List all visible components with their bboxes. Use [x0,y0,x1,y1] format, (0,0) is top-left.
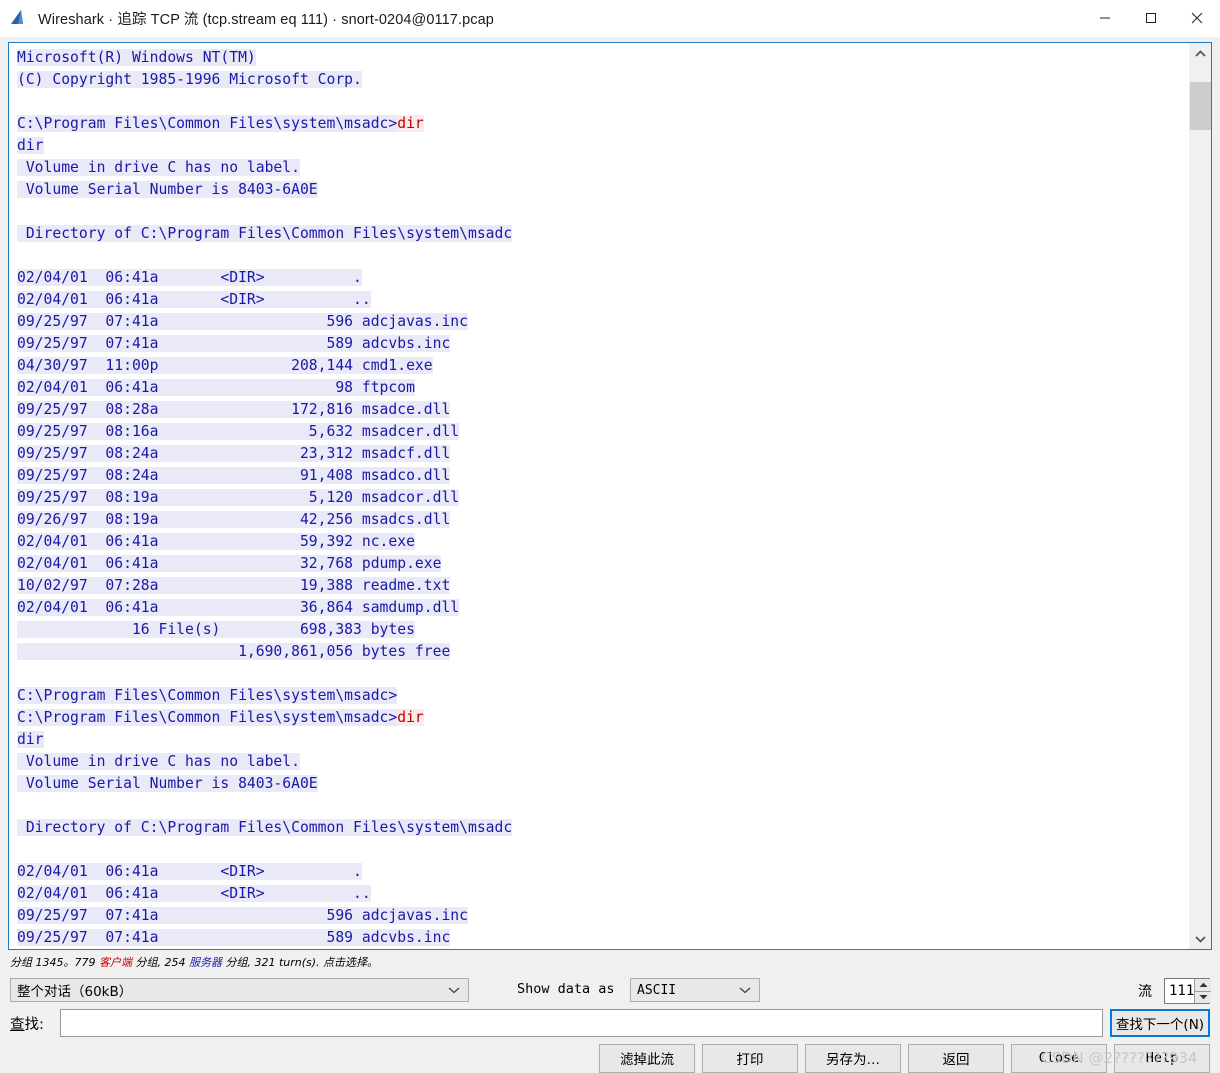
stream-line-client: dir [397,709,424,726]
back-button[interactable]: 返回 [908,1043,1004,1073]
close-button[interactable] [1174,0,1220,36]
stream-line-server: 09/25/97 07:41a 596 adcjavas.inc [17,313,468,330]
vertical-scrollbar[interactable] [1189,43,1211,949]
stream-line-server: 16 File(s) 698,383 bytes [17,621,415,638]
find-next-button[interactable]: 查找下一个(N) [1110,1009,1210,1037]
stream-line-server: C:\Program Files\Common Files\system\msa… [17,709,398,726]
status-server-word: 服务器 [188,956,222,969]
stream-number-stepper[interactable]: 111 [1164,978,1212,1004]
stream-line-server: 10/02/97 07:28a 19,388 readme.txt [17,577,451,594]
scrollbar-thumb[interactable] [1190,82,1211,130]
show-data-as-value: ASCII [637,982,677,998]
stream-line-server: 09/25/97 08:16a 5,632 msadcer.dll [17,423,460,440]
stepper-buttons [1194,979,1212,1003]
help-button[interactable]: Help [1114,1043,1210,1073]
stream-line-server: 09/25/97 08:24a 23,312 msadcf.dll [17,445,451,462]
stream-line-server: 02/04/01 06:41a 32,768 pdump.exe [17,555,442,572]
find-label-mnemonic: 查 [10,1017,25,1033]
find-row: 查找: 查找下一个(N) [10,1009,1210,1037]
packet-status-line: 分组 1345。779 客户端 分组, 254 服务器 分组, 321 turn… [10,954,378,970]
stream-line-server: Directory of C:\Program Files\Common Fil… [17,225,513,242]
status-middle: 分组, 254 [131,956,189,969]
stream-line-server: 09/25/97 07:41a 589 adcvbs.inc [17,929,451,946]
stream-line-server: Volume Serial Number is 8403-6A0E [17,181,318,198]
stream-line-server: Volume Serial Number is 8403-6A0E [17,775,318,792]
stream-line-server: (C) Copyright 1985-1996 Microsoft Corp. [17,71,362,88]
stream-number-value[interactable]: 111 [1165,979,1194,1003]
status-prefix: 分组 1345。779 [10,956,99,969]
filter-out-this-stream-button[interactable]: 滤掉此流 [599,1043,695,1073]
stream-line-server: Microsoft(R) Windows NT(TM) [17,49,256,66]
scroll-down-icon[interactable] [1190,928,1211,949]
stream-text-area[interactable]: Microsoft(R) Windows NT(TM) (C) Copyrigh… [9,43,1189,949]
stream-line-server: C:\Program Files\Common Files\system\msa… [17,687,398,704]
stream-content-panel: Microsoft(R) Windows NT(TM) (C) Copyrigh… [8,42,1212,950]
stream-line-server: 09/26/97 08:19a 42,256 msadcs.dll [17,511,451,528]
find-label: 查找: [10,1013,44,1034]
stream-line-server: 02/04/01 06:41a 59,392 nc.exe [17,533,415,550]
print-button[interactable]: 打印 [702,1043,798,1073]
chevron-down-icon [448,986,466,994]
save-as-button[interactable]: 另存为… [805,1043,901,1073]
find-label-rest: 找: [24,1017,44,1033]
stream-line-server: dir [17,137,44,154]
minimize-button[interactable] [1082,0,1128,36]
stream-line-server: 09/25/97 07:41a 589 adcvbs.inc [17,335,451,352]
title-bar: Wireshark · 追踪 TCP 流 (tcp.stream eq 111)… [0,0,1220,37]
stream-line-server: 09/25/97 08:28a 172,816 msadce.dll [17,401,451,418]
show-data-as-label: Show data as [517,981,615,997]
stream-line-server: 1,690,861,056 bytes free [17,643,451,660]
stepper-up-icon[interactable] [1195,979,1212,992]
stream-line-server: 02/04/01 06:41a 98 ftpcom [17,379,415,396]
scrollbar-track[interactable] [1190,64,1211,928]
stream-line-server: C:\Program Files\Common Files\system\msa… [17,115,398,132]
options-row: 整个对话（60kB） Show data as ASCII 流 111 [10,978,1212,1004]
status-suffix: 分组, 321 turn(s). 点击选择。 [221,956,379,969]
conversation-select-value: 整个对话（60kB） [17,984,133,1000]
stream-line-server: Directory of C:\Program Files\Common Fil… [17,819,513,836]
stream-text: Microsoft(R) Windows NT(TM) (C) Copyrigh… [17,47,1189,949]
stream-line-client: dir [397,115,424,132]
stream-line-server: Volume in drive C has no label. [17,753,300,770]
maximize-button[interactable] [1128,0,1174,36]
stream-line-server: 02/04/01 06:41a <DIR> . [17,269,362,286]
stream-line-server: 09/25/97 08:19a 5,120 msadcor.dll [17,489,460,506]
scroll-up-icon[interactable] [1190,43,1211,64]
stream-line-server: 02/04/01 06:41a <DIR> .. [17,885,371,902]
conversation-select[interactable]: 整个对话（60kB） [10,978,469,1002]
stream-line-server: 04/30/97 11:00p 208,144 cmd1.exe [17,357,433,374]
stream-line-server: dir [17,731,44,748]
stream-line-server: Volume in drive C has no label. [17,159,300,176]
find-input[interactable] [60,1009,1103,1037]
stream-line-server: 02/04/01 06:41a <DIR> .. [17,291,371,308]
close-dialog-button[interactable]: Close [1011,1043,1107,1073]
status-client-word: 客户端 [98,956,132,969]
stream-line-server: 09/25/97 07:41a 596 adcjavas.inc [17,907,468,924]
stepper-down-icon[interactable] [1195,991,1212,1003]
dialog-button-row: 滤掉此流 打印 另存为… 返回 Close Help [0,1043,1220,1073]
stream-line-server: 02/04/01 06:41a 36,864 samdump.dll [17,599,460,616]
window-controls [1082,0,1220,36]
wireshark-fin-icon [9,8,29,28]
stream-line-server: 09/25/97 08:24a 91,408 msadco.dll [17,467,451,484]
stream-number-label: 流 [1138,984,1152,1000]
window-title: Wireshark · 追踪 TCP 流 (tcp.stream eq 111)… [38,11,494,28]
stream-line-server: 02/04/01 06:41a <DIR> . [17,863,362,880]
chevron-down-icon [739,986,757,994]
show-data-as-select[interactable]: ASCII [630,978,760,1002]
